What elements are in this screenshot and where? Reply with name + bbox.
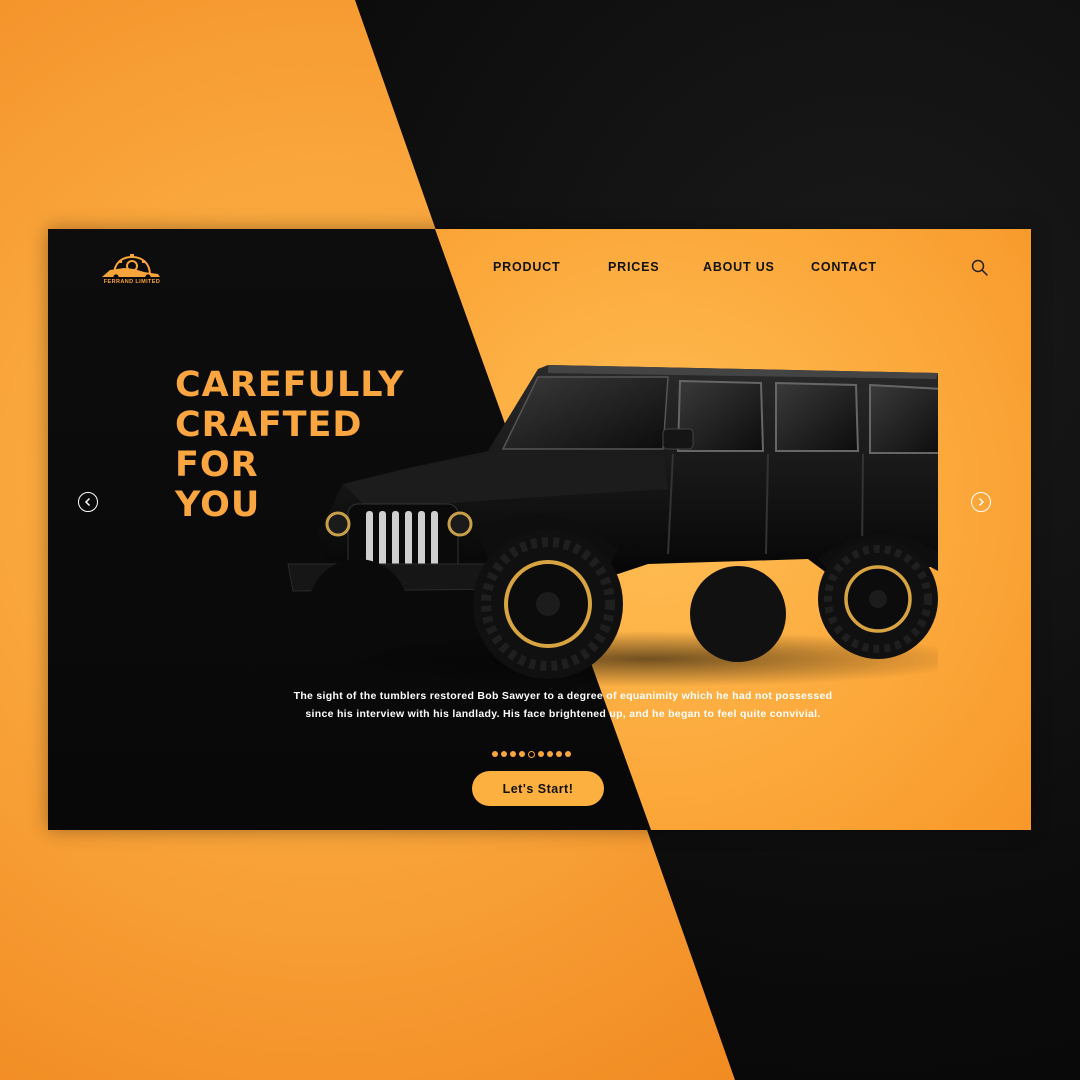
search-icon — [971, 259, 988, 276]
carousel-dot[interactable] — [556, 751, 562, 757]
headline-line: CRAFTED — [175, 405, 363, 445]
nav-item-contact[interactable]: CONTACT — [811, 260, 877, 274]
carousel-dot[interactable] — [528, 751, 535, 758]
chevron-left-icon — [84, 497, 91, 507]
carousel-dot[interactable] — [501, 751, 507, 757]
nav-item-prices[interactable]: PRICES — [608, 260, 659, 274]
carousel-prev-button[interactable] — [78, 492, 98, 512]
search-button[interactable] — [970, 258, 990, 278]
carousel-dots — [492, 751, 571, 759]
hero-headline: CAREFULLY CRAFTED FOR YOU — [175, 365, 435, 525]
hero-description: The sight of the tumblers restored Bob S… — [278, 687, 848, 723]
carousel-dot[interactable] — [565, 751, 571, 757]
headline-line: FOR — [175, 445, 259, 485]
description-line: The sight of the tumblers restored Bob S… — [293, 690, 833, 702]
carousel-next-button[interactable] — [971, 492, 991, 512]
nav-item-product[interactable]: PRODUCT — [493, 260, 560, 274]
description-line: since his interview with his landlady. H… — [305, 708, 821, 720]
headline-line: CAREFULLY — [175, 365, 405, 405]
chevron-right-icon — [978, 497, 985, 507]
carousel-dot[interactable] — [547, 751, 553, 757]
brand-name: FERRAND LIMITED — [103, 279, 161, 285]
carousel-dot[interactable] — [519, 751, 525, 757]
main-nav: PRODUCT PRICES ABOUT US CONTACT — [48, 260, 1031, 278]
carousel-dot[interactable] — [538, 751, 544, 757]
carousel-dot[interactable] — [510, 751, 516, 757]
nav-item-about-us[interactable]: ABOUT US — [703, 260, 775, 274]
carousel-dot[interactable] — [492, 751, 498, 757]
headline-line: YOU — [175, 485, 261, 525]
lets-start-button[interactable]: Let's Start! — [472, 771, 604, 806]
landing-card: FERRAND LIMITED PRODUCT PRICES ABOUT US … — [48, 229, 1031, 830]
